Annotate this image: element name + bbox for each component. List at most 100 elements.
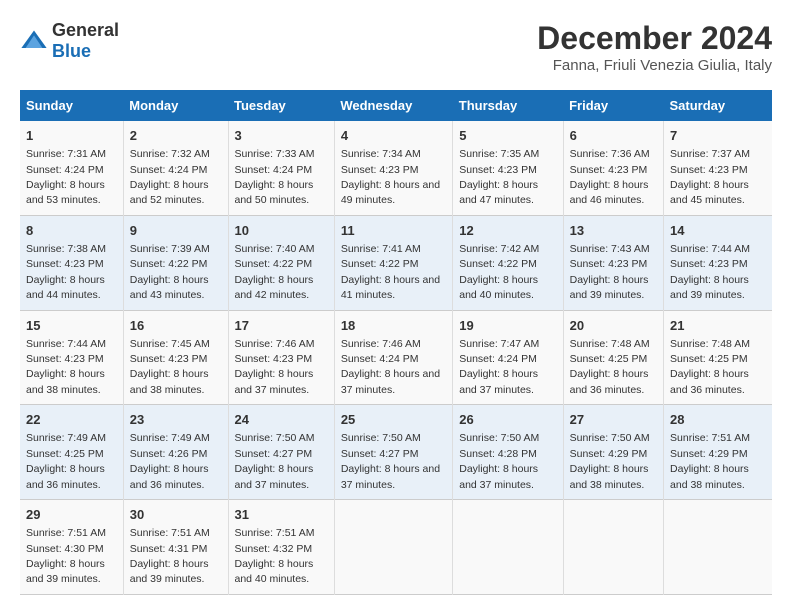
sunset-text: Sunset: 4:32 PM: [235, 543, 313, 555]
table-row: [563, 500, 663, 595]
daylight-text: Daylight: 8 hours and 38 minutes.: [130, 368, 209, 395]
header-saturday: Saturday: [664, 90, 772, 121]
day-number: 17: [235, 317, 328, 335]
sunrise-text: Sunrise: 7:32 AM: [130, 148, 210, 160]
table-row: 17 Sunrise: 7:46 AM Sunset: 4:23 PM Dayl…: [228, 310, 334, 405]
table-row: 28 Sunrise: 7:51 AM Sunset: 4:29 PM Dayl…: [664, 405, 772, 500]
daylight-text: Daylight: 8 hours and 39 minutes.: [670, 274, 749, 301]
logo: General Blue: [20, 20, 119, 62]
sunrise-text: Sunrise: 7:48 AM: [570, 338, 650, 350]
day-number: 5: [459, 127, 556, 145]
daylight-text: Daylight: 8 hours and 37 minutes.: [459, 463, 538, 490]
daylight-text: Daylight: 8 hours and 44 minutes.: [26, 274, 105, 301]
sunrise-text: Sunrise: 7:50 AM: [459, 432, 539, 444]
sunrise-text: Sunrise: 7:46 AM: [341, 338, 421, 350]
sunrise-text: Sunrise: 7:49 AM: [130, 432, 210, 444]
daylight-text: Daylight: 8 hours and 49 minutes.: [341, 179, 440, 206]
sunrise-text: Sunrise: 7:37 AM: [670, 148, 750, 160]
sunset-text: Sunset: 4:23 PM: [570, 258, 648, 270]
sunrise-text: Sunrise: 7:34 AM: [341, 148, 421, 160]
day-number: 8: [26, 222, 117, 240]
table-row: 21 Sunrise: 7:48 AM Sunset: 4:25 PM Dayl…: [664, 310, 772, 405]
daylight-text: Daylight: 8 hours and 50 minutes.: [235, 179, 314, 206]
table-row: 23 Sunrise: 7:49 AM Sunset: 4:26 PM Dayl…: [123, 405, 228, 500]
table-row: 10 Sunrise: 7:40 AM Sunset: 4:22 PM Dayl…: [228, 215, 334, 310]
day-number: 28: [670, 411, 766, 429]
table-row: 24 Sunrise: 7:50 AM Sunset: 4:27 PM Dayl…: [228, 405, 334, 500]
sunrise-text: Sunrise: 7:51 AM: [235, 527, 315, 539]
day-number: 30: [130, 506, 222, 524]
daylight-text: Daylight: 8 hours and 40 minutes.: [459, 274, 538, 301]
sunrise-text: Sunrise: 7:35 AM: [459, 148, 539, 160]
daylight-text: Daylight: 8 hours and 40 minutes.: [235, 558, 314, 585]
sunset-text: Sunset: 4:29 PM: [670, 448, 748, 460]
sunset-text: Sunset: 4:30 PM: [26, 543, 104, 555]
table-row: 25 Sunrise: 7:50 AM Sunset: 4:27 PM Dayl…: [334, 405, 452, 500]
daylight-text: Daylight: 8 hours and 36 minutes.: [670, 368, 749, 395]
table-row: 19 Sunrise: 7:47 AM Sunset: 4:24 PM Dayl…: [453, 310, 563, 405]
sunset-text: Sunset: 4:23 PM: [570, 164, 648, 176]
sunrise-text: Sunrise: 7:42 AM: [459, 243, 539, 255]
day-number: 25: [341, 411, 446, 429]
header-monday: Monday: [123, 90, 228, 121]
day-number: 11: [341, 222, 446, 240]
table-row: 3 Sunrise: 7:33 AM Sunset: 4:24 PM Dayli…: [228, 121, 334, 215]
daylight-text: Daylight: 8 hours and 38 minutes.: [670, 463, 749, 490]
sunset-text: Sunset: 4:22 PM: [130, 258, 208, 270]
header-tuesday: Tuesday: [228, 90, 334, 121]
daylight-text: Daylight: 8 hours and 36 minutes.: [130, 463, 209, 490]
sunrise-text: Sunrise: 7:47 AM: [459, 338, 539, 350]
logo-blue: Blue: [52, 41, 91, 61]
sunset-text: Sunset: 4:29 PM: [570, 448, 648, 460]
day-number: 16: [130, 317, 222, 335]
table-row: 31 Sunrise: 7:51 AM Sunset: 4:32 PM Dayl…: [228, 500, 334, 595]
daylight-text: Daylight: 8 hours and 37 minutes.: [341, 463, 440, 490]
sunset-text: Sunset: 4:25 PM: [670, 353, 748, 365]
table-row: 14 Sunrise: 7:44 AM Sunset: 4:23 PM Dayl…: [664, 215, 772, 310]
table-row: 9 Sunrise: 7:39 AM Sunset: 4:22 PM Dayli…: [123, 215, 228, 310]
logo-general: General: [52, 20, 119, 40]
sunset-text: Sunset: 4:23 PM: [130, 353, 208, 365]
sunrise-text: Sunrise: 7:36 AM: [570, 148, 650, 160]
main-title: December 2024: [537, 20, 772, 57]
table-row: 13 Sunrise: 7:43 AM Sunset: 4:23 PM Dayl…: [563, 215, 663, 310]
sunset-text: Sunset: 4:24 PM: [130, 164, 208, 176]
daylight-text: Daylight: 8 hours and 37 minutes.: [235, 463, 314, 490]
day-number: 22: [26, 411, 117, 429]
sunrise-text: Sunrise: 7:31 AM: [26, 148, 106, 160]
table-row: 7 Sunrise: 7:37 AM Sunset: 4:23 PM Dayli…: [664, 121, 772, 215]
daylight-text: Daylight: 8 hours and 39 minutes.: [570, 274, 649, 301]
header-friday: Friday: [563, 90, 663, 121]
sunset-text: Sunset: 4:24 PM: [235, 164, 313, 176]
daylight-text: Daylight: 8 hours and 37 minutes.: [235, 368, 314, 395]
table-row: 11 Sunrise: 7:41 AM Sunset: 4:22 PM Dayl…: [334, 215, 452, 310]
sunrise-text: Sunrise: 7:44 AM: [26, 338, 106, 350]
day-number: 19: [459, 317, 556, 335]
day-number: 23: [130, 411, 222, 429]
sunset-text: Sunset: 4:23 PM: [26, 353, 104, 365]
sunrise-text: Sunrise: 7:51 AM: [26, 527, 106, 539]
daylight-text: Daylight: 8 hours and 37 minutes.: [341, 368, 440, 395]
day-number: 29: [26, 506, 117, 524]
daylight-text: Daylight: 8 hours and 36 minutes.: [26, 463, 105, 490]
sunset-text: Sunset: 4:24 PM: [341, 353, 419, 365]
day-number: 13: [570, 222, 657, 240]
daylight-text: Daylight: 8 hours and 38 minutes.: [570, 463, 649, 490]
daylight-text: Daylight: 8 hours and 37 minutes.: [459, 368, 538, 395]
sunrise-text: Sunrise: 7:41 AM: [341, 243, 421, 255]
table-row: 12 Sunrise: 7:42 AM Sunset: 4:22 PM Dayl…: [453, 215, 563, 310]
sunrise-text: Sunrise: 7:45 AM: [130, 338, 210, 350]
day-number: 31: [235, 506, 328, 524]
day-number: 1: [26, 127, 117, 145]
table-row: 27 Sunrise: 7:50 AM Sunset: 4:29 PM Dayl…: [563, 405, 663, 500]
day-number: 3: [235, 127, 328, 145]
table-row: 22 Sunrise: 7:49 AM Sunset: 4:25 PM Dayl…: [20, 405, 123, 500]
sunrise-text: Sunrise: 7:50 AM: [341, 432, 421, 444]
table-row: [334, 500, 452, 595]
sunrise-text: Sunrise: 7:40 AM: [235, 243, 315, 255]
table-row: 30 Sunrise: 7:51 AM Sunset: 4:31 PM Dayl…: [123, 500, 228, 595]
sunrise-text: Sunrise: 7:43 AM: [570, 243, 650, 255]
daylight-text: Daylight: 8 hours and 45 minutes.: [670, 179, 749, 206]
day-number: 4: [341, 127, 446, 145]
sunset-text: Sunset: 4:28 PM: [459, 448, 537, 460]
